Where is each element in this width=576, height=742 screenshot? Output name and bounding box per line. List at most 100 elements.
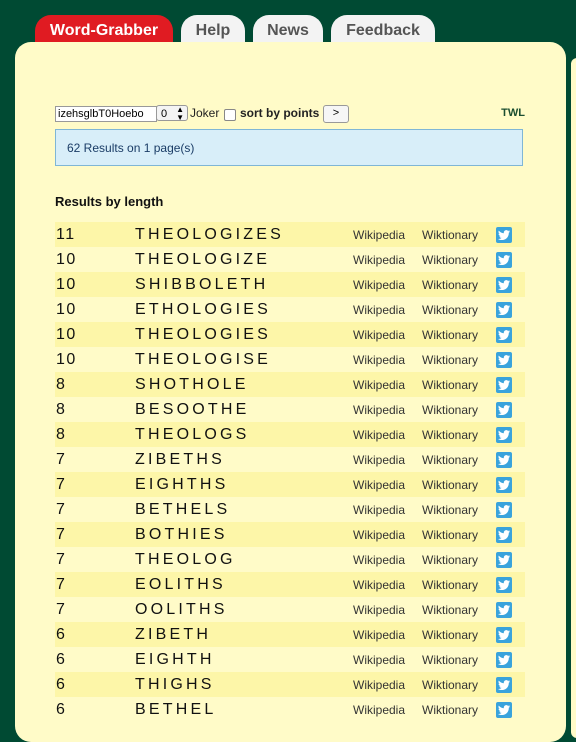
- result-row: 7 BETHELS Wikipedia Wiktionary: [55, 497, 525, 522]
- result-word: BETHEL: [135, 701, 217, 718]
- twitter-icon[interactable]: [496, 602, 512, 618]
- twitter-icon[interactable]: [496, 277, 512, 293]
- result-row: 10 THEOLOGISE Wikipedia Wiktionary: [55, 347, 525, 372]
- wiktionary-link[interactable]: Wiktionary: [422, 303, 478, 317]
- twitter-icon[interactable]: [496, 552, 512, 568]
- wiktionary-link[interactable]: Wiktionary: [422, 528, 478, 542]
- wikipedia-link[interactable]: Wikipedia: [353, 603, 405, 617]
- wikipedia-link[interactable]: Wikipedia: [353, 353, 405, 367]
- twitter-icon[interactable]: [496, 627, 512, 643]
- wiktionary-link[interactable]: Wiktionary: [422, 503, 478, 517]
- wikipedia-link[interactable]: Wikipedia: [353, 228, 405, 242]
- wikipedia-link[interactable]: Wikipedia: [353, 453, 405, 467]
- wikipedia-link[interactable]: Wikipedia: [353, 678, 405, 692]
- twitter-icon[interactable]: [496, 502, 512, 518]
- wiktionary-link[interactable]: Wiktionary: [422, 428, 478, 442]
- result-word: THEOLOGISE: [135, 351, 272, 368]
- wiktionary-link[interactable]: Wiktionary: [422, 453, 478, 467]
- twitter-icon[interactable]: [496, 302, 512, 318]
- wikipedia-link[interactable]: Wikipedia: [353, 653, 405, 667]
- wiktionary-link[interactable]: Wiktionary: [422, 603, 478, 617]
- twitter-icon[interactable]: [496, 527, 512, 543]
- word-length: 7: [56, 476, 67, 493]
- word-length: 10: [56, 251, 77, 268]
- result-word: THEOLOGIZES: [135, 226, 284, 243]
- wiktionary-link[interactable]: Wiktionary: [422, 378, 478, 392]
- wikipedia-link[interactable]: Wikipedia: [353, 528, 405, 542]
- twitter-icon[interactable]: [496, 477, 512, 493]
- result-row: 8 SHOTHOLE Wikipedia Wiktionary: [55, 372, 525, 397]
- wiktionary-link[interactable]: Wiktionary: [422, 703, 478, 717]
- wiktionary-link[interactable]: Wiktionary: [422, 628, 478, 642]
- wikipedia-link[interactable]: Wikipedia: [353, 478, 405, 492]
- wikipedia-link[interactable]: Wikipedia: [353, 278, 405, 292]
- sort-by-points-checkbox[interactable]: [224, 109, 236, 121]
- result-word: EIGHTH: [135, 651, 215, 668]
- twitter-icon[interactable]: [496, 652, 512, 668]
- wiktionary-link[interactable]: Wiktionary: [422, 353, 478, 367]
- result-word: THEOLOG: [135, 551, 236, 568]
- wiktionary-link[interactable]: Wiktionary: [422, 653, 478, 667]
- wiktionary-link[interactable]: Wiktionary: [422, 578, 478, 592]
- wiktionary-link[interactable]: Wiktionary: [422, 328, 478, 342]
- wiktionary-link[interactable]: Wiktionary: [422, 403, 478, 417]
- word-length: 11: [56, 226, 76, 243]
- twitter-icon[interactable]: [496, 352, 512, 368]
- wikipedia-link[interactable]: Wikipedia: [353, 578, 405, 592]
- joker-select[interactable]: 0 ▲ ▼: [156, 105, 188, 122]
- result-row: 8 BESOOTHE Wikipedia Wiktionary: [55, 397, 525, 422]
- result-word: ETHOLOGIES: [135, 301, 272, 318]
- wikipedia-link[interactable]: Wikipedia: [353, 428, 405, 442]
- twitter-icon[interactable]: [496, 677, 512, 693]
- result-row: 7 EOLITHS Wikipedia Wiktionary: [55, 572, 525, 597]
- wikipedia-link[interactable]: Wikipedia: [353, 503, 405, 517]
- joker-label: Joker: [190, 106, 220, 120]
- results-summary-box: 62 Results on 1 page(s): [55, 129, 523, 166]
- result-row: 6 ZIBETH Wikipedia Wiktionary: [55, 622, 525, 647]
- word-length: 7: [56, 451, 67, 468]
- result-word: BOTHIES: [135, 526, 228, 543]
- twitter-icon[interactable]: [496, 452, 512, 468]
- wikipedia-link[interactable]: Wikipedia: [353, 328, 405, 342]
- result-row: 7 THEOLOG Wikipedia Wiktionary: [55, 547, 525, 572]
- result-row: 10 SHIBBOLETH Wikipedia Wiktionary: [55, 272, 525, 297]
- word-length: 6: [56, 626, 67, 643]
- wiktionary-link[interactable]: Wiktionary: [422, 478, 478, 492]
- word-length: 8: [56, 376, 67, 393]
- wikipedia-link[interactable]: Wikipedia: [353, 378, 405, 392]
- joker-value: 0: [161, 108, 168, 120]
- wikipedia-link[interactable]: Wikipedia: [353, 403, 405, 417]
- twitter-icon[interactable]: [496, 252, 512, 268]
- letters-input[interactable]: izehsglbT0Hoebo: [55, 106, 157, 122]
- wikipedia-link[interactable]: Wikipedia: [353, 303, 405, 317]
- result-word: THEOLOGIZE: [135, 251, 271, 268]
- result-row: 7 ZIBETHS Wikipedia Wiktionary: [55, 447, 525, 472]
- wiktionary-link[interactable]: Wiktionary: [422, 228, 478, 242]
- twitter-icon[interactable]: [496, 577, 512, 593]
- twitter-icon[interactable]: [496, 702, 512, 718]
- dictionary-link[interactable]: TWL: [501, 107, 525, 119]
- search-button[interactable]: >: [323, 105, 349, 123]
- wikipedia-link[interactable]: Wikipedia: [353, 628, 405, 642]
- twitter-icon[interactable]: [496, 402, 512, 418]
- word-length: 7: [56, 501, 67, 518]
- wiktionary-link[interactable]: Wiktionary: [422, 278, 478, 292]
- wikipedia-link[interactable]: Wikipedia: [353, 253, 405, 267]
- wiktionary-link[interactable]: Wiktionary: [422, 678, 478, 692]
- result-row: 7 BOTHIES Wikipedia Wiktionary: [55, 522, 525, 547]
- wiktionary-link[interactable]: Wiktionary: [422, 553, 478, 567]
- wiktionary-link[interactable]: Wiktionary: [422, 253, 478, 267]
- twitter-icon[interactable]: [496, 227, 512, 243]
- twitter-icon[interactable]: [496, 327, 512, 343]
- result-word: THIGHS: [135, 676, 215, 693]
- wikipedia-link[interactable]: Wikipedia: [353, 553, 405, 567]
- word-length: 7: [56, 576, 67, 593]
- results-list: 11 THEOLOGIZES Wikipedia Wiktionary 10 THEOLO…: [55, 222, 525, 722]
- twitter-icon[interactable]: [496, 427, 512, 443]
- sort-by-points-label: sort by points: [240, 106, 320, 120]
- wikipedia-link[interactable]: Wikipedia: [353, 703, 405, 717]
- result-word: OOLITHS: [135, 601, 228, 618]
- result-word: EOLITHS: [135, 576, 226, 593]
- twitter-icon[interactable]: [496, 377, 512, 393]
- result-row: 8 THEOLOGS Wikipedia Wiktionary: [55, 422, 525, 447]
